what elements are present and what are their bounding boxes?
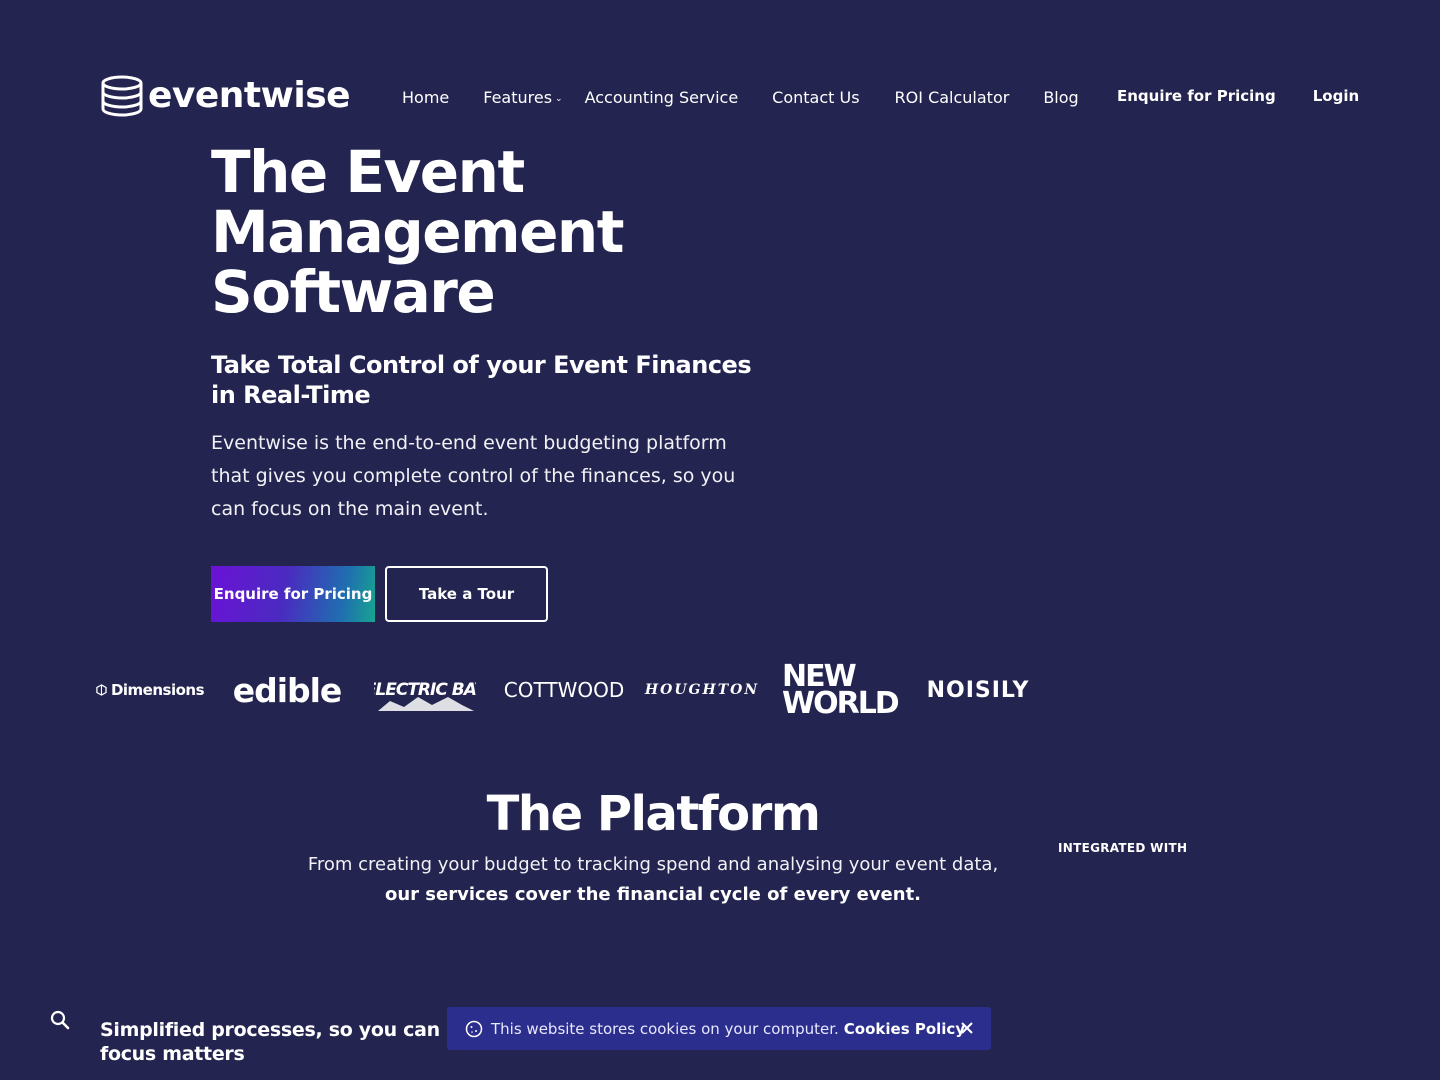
take-a-tour-button[interactable]: Take a Tour bbox=[385, 566, 548, 622]
client-logo-noisily: NOISILY bbox=[927, 655, 1029, 725]
client-name: ELECTRIC BAY bbox=[374, 680, 476, 700]
client-logo-new-world: NEW WORLD bbox=[782, 655, 900, 725]
nav-contact-us[interactable]: Contact Us bbox=[772, 88, 859, 108]
platform-title: The Platform bbox=[486, 786, 821, 842]
client-logo-cottwood: COTTWOOD bbox=[504, 655, 624, 725]
platform-description: From creating your budget to tracking sp… bbox=[0, 850, 1306, 910]
hero-subtitle: Take Total Control of your Event Finance… bbox=[211, 351, 752, 409]
client-logo-electric-bay: ELECTRIC BAY bbox=[374, 655, 476, 725]
hero-title: The Event Management Software bbox=[211, 142, 771, 322]
hero-title-line-2: Management bbox=[211, 198, 624, 266]
client-logos: Dimensions edible ELECTRIC BAY COTTWOOD … bbox=[96, 655, 1036, 725]
cookie-icon bbox=[465, 1020, 483, 1037]
platform-description-line-1: From creating your budget to tracking sp… bbox=[307, 854, 999, 875]
client-logo-dimensions: Dimensions bbox=[96, 655, 205, 725]
logo-stack-icon bbox=[101, 75, 143, 117]
section-heading: Simplified processes, so you can focus m… bbox=[100, 1019, 440, 1065]
main-nav: Home Features ⌄ Accounting Service Conta… bbox=[402, 86, 1079, 109]
cookies-policy-link[interactable]: Cookies Policy bbox=[844, 1020, 965, 1038]
cookie-message: This website stores cookies on your comp… bbox=[491, 1019, 839, 1038]
cookie-banner: This website stores cookies on your comp… bbox=[447, 1007, 991, 1050]
chevron-down-icon: ⌄ bbox=[555, 94, 563, 104]
nav-features-label: Features bbox=[483, 87, 553, 107]
nav-enquire-for-pricing[interactable]: Enquire for Pricing bbox=[1117, 87, 1276, 105]
header-actions: Enquire for Pricing Login bbox=[1117, 87, 1359, 105]
integrated-with-label: INTEGRATED WITH bbox=[1058, 841, 1188, 855]
client-name: edible bbox=[232, 670, 343, 710]
nav-features[interactable]: Features ⌄ bbox=[483, 86, 562, 109]
client-name: WORLD bbox=[782, 686, 900, 721]
close-icon[interactable] bbox=[959, 1020, 975, 1036]
hero-title-line-1: The Event bbox=[211, 138, 525, 206]
client-name: HOUGHTON bbox=[644, 682, 760, 698]
enquire-for-pricing-button[interactable]: Enquire for Pricing bbox=[211, 566, 375, 622]
client-name: COTTWOOD bbox=[503, 678, 625, 702]
search-icon[interactable] bbox=[48, 1008, 72, 1032]
client-name: NOISILY bbox=[926, 677, 1030, 703]
platform-description-line-2: our services cover the financial cycle o… bbox=[384, 884, 922, 905]
dimensions-mark-icon bbox=[96, 684, 107, 696]
client-name: Dimensions bbox=[110, 681, 205, 699]
hero-description: Eventwise is the end-to-end event budget… bbox=[211, 432, 736, 520]
hero-title-line-3: Software bbox=[211, 258, 496, 326]
nav-roi-calculator[interactable]: ROI Calculator bbox=[895, 88, 1010, 108]
nav-blog[interactable]: Blog bbox=[1043, 88, 1078, 108]
brand-logo[interactable]: eventwise bbox=[100, 74, 351, 118]
brand-name: eventwise bbox=[148, 75, 351, 116]
client-logo-edible: edible bbox=[233, 655, 343, 725]
client-logo-houghton: HOUGHTON bbox=[644, 655, 760, 725]
nav-accounting-service[interactable]: Accounting Service bbox=[585, 88, 739, 108]
nav-home[interactable]: Home bbox=[402, 88, 449, 108]
nav-login[interactable]: Login bbox=[1313, 87, 1359, 105]
